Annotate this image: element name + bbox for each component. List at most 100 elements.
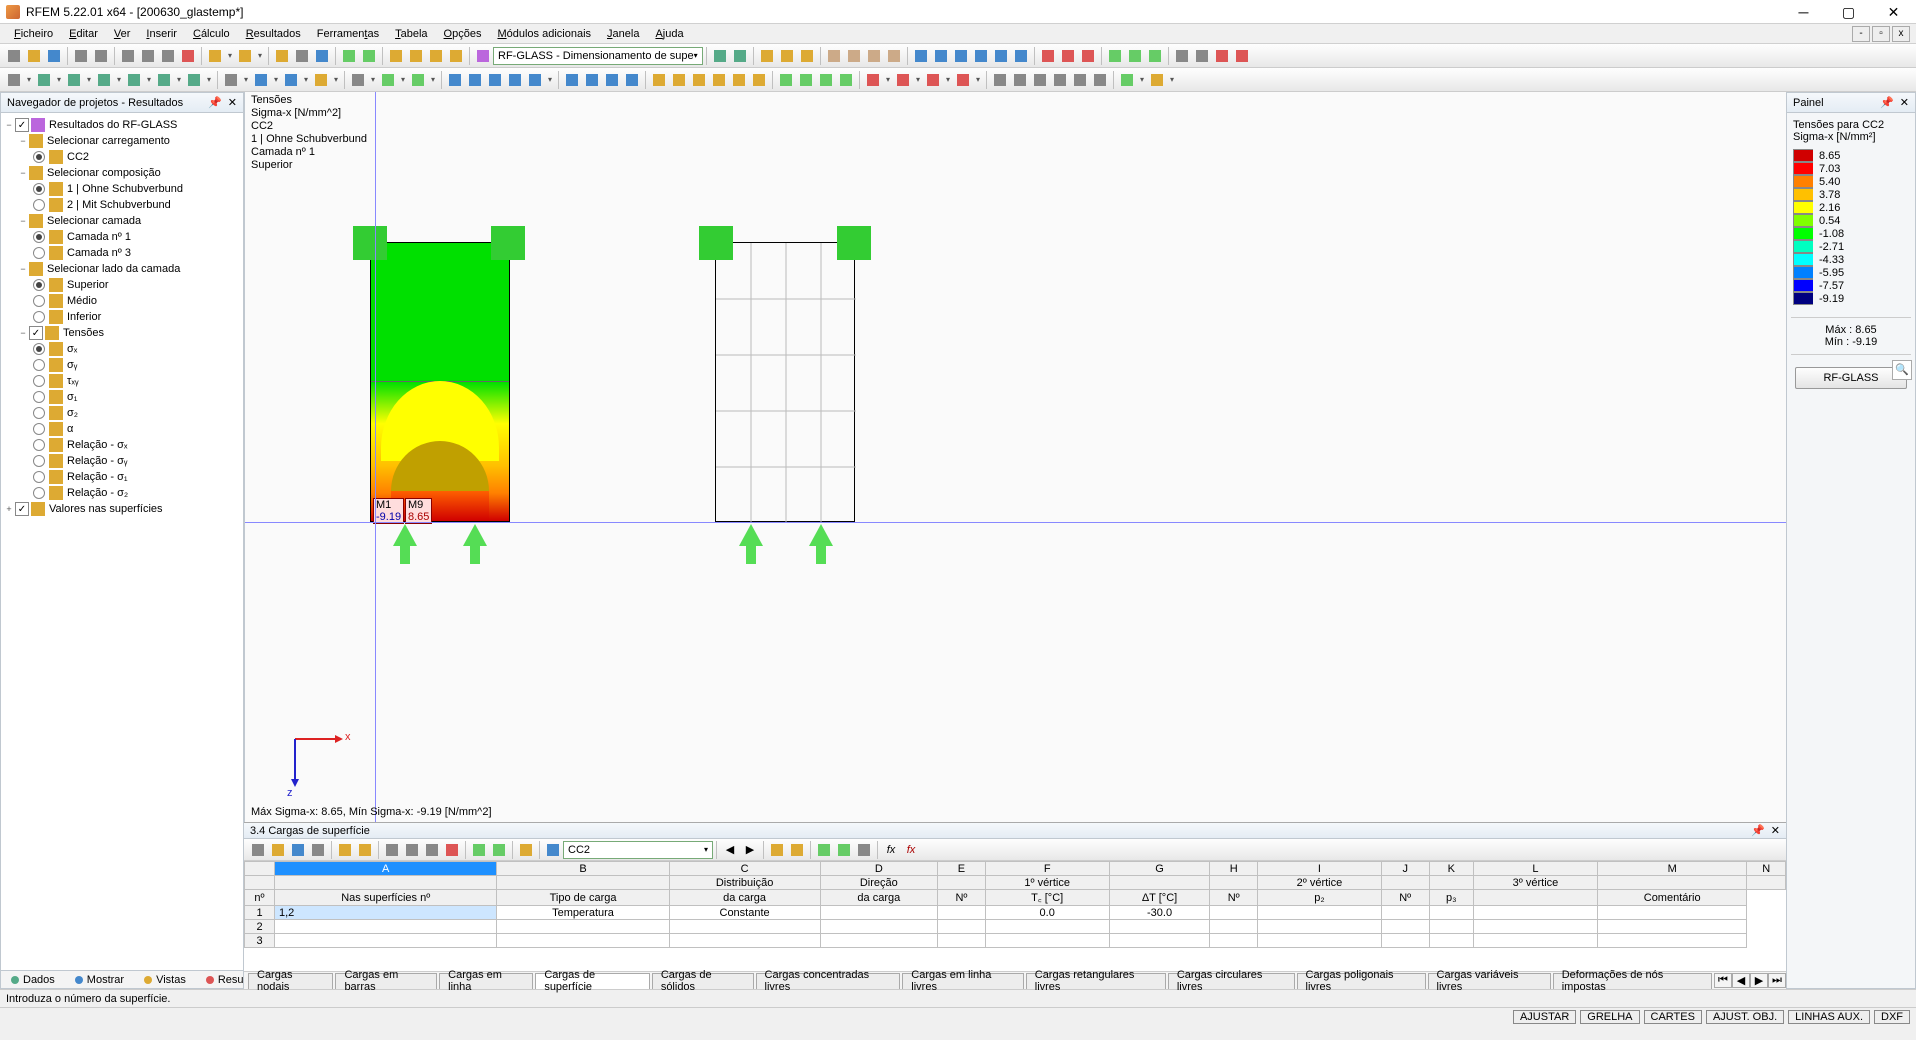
new-file-icon[interactable]: [5, 47, 23, 65]
view-zoom-icon[interactable]: [486, 71, 504, 89]
warn-icon[interactable]: [1148, 71, 1166, 89]
tree-rel-s2[interactable]: Relação - σ₂: [67, 487, 128, 499]
line-icon[interactable]: [35, 71, 53, 89]
spline-dd[interactable]: ▾: [114, 75, 124, 84]
table-tab[interactable]: Deformações de nós impostas: [1553, 973, 1712, 989]
grid-cell[interactable]: [669, 934, 820, 948]
grid-cell[interactable]: [1258, 934, 1382, 948]
deform-icon[interactable]: [825, 47, 843, 65]
paste-icon[interactable]: [159, 47, 177, 65]
table-tab[interactable]: Cargas em linha livres: [902, 973, 1023, 989]
minimize-button[interactable]: ─: [1781, 0, 1826, 24]
load3-icon[interactable]: [924, 71, 942, 89]
res-anim-icon[interactable]: [798, 47, 816, 65]
tt-sel-icon[interactable]: [470, 841, 488, 859]
calc-icon[interactable]: [340, 47, 358, 65]
tree-group-tensoes[interactable]: Tensões: [63, 327, 104, 339]
tt-redo-icon[interactable]: [356, 841, 374, 859]
grid-cell[interactable]: 0.0: [985, 906, 1109, 920]
load2-dd[interactable]: ▾: [913, 75, 923, 84]
grid-cell[interactable]: [1210, 906, 1258, 920]
grid-cell[interactable]: [938, 906, 986, 920]
tree-group-lado[interactable]: Selecionar lado da camada: [47, 263, 180, 275]
mdi-restore[interactable]: ▫: [1872, 26, 1890, 42]
menu-ver[interactable]: Ver: [106, 28, 139, 40]
contact-icon[interactable]: [885, 47, 903, 65]
tree-comp-2[interactable]: 2 | Mit Schubverbund: [67, 199, 171, 211]
row-header[interactable]: 1: [245, 906, 275, 920]
module-selector[interactable]: RF-GLASS - Dimensionamento de supe ▾: [493, 47, 703, 65]
grid-cell[interactable]: [1109, 920, 1210, 934]
grid-cell[interactable]: Temperatura: [497, 906, 669, 920]
grid-cell[interactable]: [1474, 934, 1598, 948]
load4-dd[interactable]: ▾: [973, 75, 983, 84]
surf-icon[interactable]: [252, 71, 270, 89]
grid-cell[interactable]: [497, 934, 669, 948]
menu-editar[interactable]: Editar: [61, 28, 106, 40]
r-prev-icon[interactable]: [711, 47, 729, 65]
grid-cell[interactable]: [1429, 906, 1474, 920]
tt-ins-icon[interactable]: [443, 841, 461, 859]
edit-copy-icon[interactable]: [670, 71, 688, 89]
misc3-icon[interactable]: [1031, 71, 1049, 89]
arc-icon[interactable]: [65, 71, 83, 89]
view-sel-icon[interactable]: [526, 71, 544, 89]
val4-icon[interactable]: [972, 47, 990, 65]
legend-pin-icon[interactable]: 📌: [1880, 96, 1894, 109]
redo-dropdown[interactable]: ▾: [255, 51, 265, 60]
tree-cc2[interactable]: CC2: [67, 151, 89, 163]
preview-icon[interactable]: [92, 47, 110, 65]
tt-export-icon[interactable]: [835, 841, 853, 859]
tree-rel-sy[interactable]: Relação - σᵧ: [67, 455, 127, 467]
table-pin-icon[interactable]: 📌: [1751, 824, 1765, 837]
grid-cell[interactable]: [1109, 934, 1210, 948]
model-viewport[interactable]: Tensões Sigma-x [N/mm^2] CC2 1 | Ohne Sc…: [244, 92, 1786, 822]
grid-cell[interactable]: [275, 920, 497, 934]
tree-valores[interactable]: Valores nas superfícies: [49, 503, 163, 515]
tt-paste-icon[interactable]: [403, 841, 421, 859]
tab-nav-button[interactable]: ◀: [1732, 973, 1750, 988]
tree-lado-inf[interactable]: Inferior: [67, 311, 101, 323]
load3-dd[interactable]: ▾: [943, 75, 953, 84]
tree-rel-s1[interactable]: Relação - σ₁: [67, 471, 128, 483]
tt-filter-icon[interactable]: [490, 841, 508, 859]
load2-icon[interactable]: [894, 71, 912, 89]
tt-grid-icon[interactable]: [309, 841, 327, 859]
data-grid[interactable]: ABCDEFGHIJKLMNDistribuiçãoDireção1º vért…: [244, 861, 1786, 948]
misc5-icon[interactable]: [1071, 71, 1089, 89]
table-tab[interactable]: Cargas retangulares livres: [1026, 973, 1166, 989]
table-loadcase-selector[interactable]: CC2▾: [563, 841, 713, 859]
grid-icon[interactable]: [349, 71, 367, 89]
isoview4-icon[interactable]: [623, 71, 641, 89]
grid-cell[interactable]: [820, 906, 938, 920]
grid-cell[interactable]: [1597, 934, 1747, 948]
grid-cell[interactable]: [1381, 934, 1429, 948]
table-tab[interactable]: Cargas em barras: [335, 973, 437, 989]
tt-undo-icon[interactable]: [336, 841, 354, 859]
poly-dd[interactable]: ▾: [174, 75, 184, 84]
vtab-dados[interactable]: Dados: [1, 974, 65, 986]
tree-rel-sx[interactable]: Relação - σₓ: [67, 439, 128, 451]
val3-icon[interactable]: [952, 47, 970, 65]
row-header[interactable]: 3: [245, 934, 275, 948]
menu-ferramentas[interactable]: Ferramentas: [309, 28, 387, 40]
grid-cell[interactable]: Constante: [669, 906, 820, 920]
sup4-icon[interactable]: [837, 71, 855, 89]
r-next-icon[interactable]: [731, 47, 749, 65]
solid-dd[interactable]: ▾: [301, 75, 311, 84]
tree-tauxy[interactable]: τₓᵧ: [67, 375, 79, 387]
undo-icon[interactable]: [206, 47, 224, 65]
isoview1-icon[interactable]: [563, 71, 581, 89]
misc1-icon[interactable]: [991, 71, 1009, 89]
undo-dropdown[interactable]: ▾: [225, 51, 235, 60]
print-view-icon[interactable]: [1173, 47, 1191, 65]
warn-dd[interactable]: ▾: [1167, 75, 1177, 84]
mdi-minimize[interactable]: -: [1852, 26, 1870, 42]
tree-lado-sup[interactable]: Superior: [67, 279, 109, 291]
val2-icon[interactable]: [932, 47, 950, 65]
tt-del-icon[interactable]: [423, 841, 441, 859]
layout3-icon[interactable]: [427, 47, 445, 65]
grid-cell[interactable]: [985, 934, 1109, 948]
misc4-icon[interactable]: [1051, 71, 1069, 89]
guide-icon[interactable]: [379, 71, 397, 89]
